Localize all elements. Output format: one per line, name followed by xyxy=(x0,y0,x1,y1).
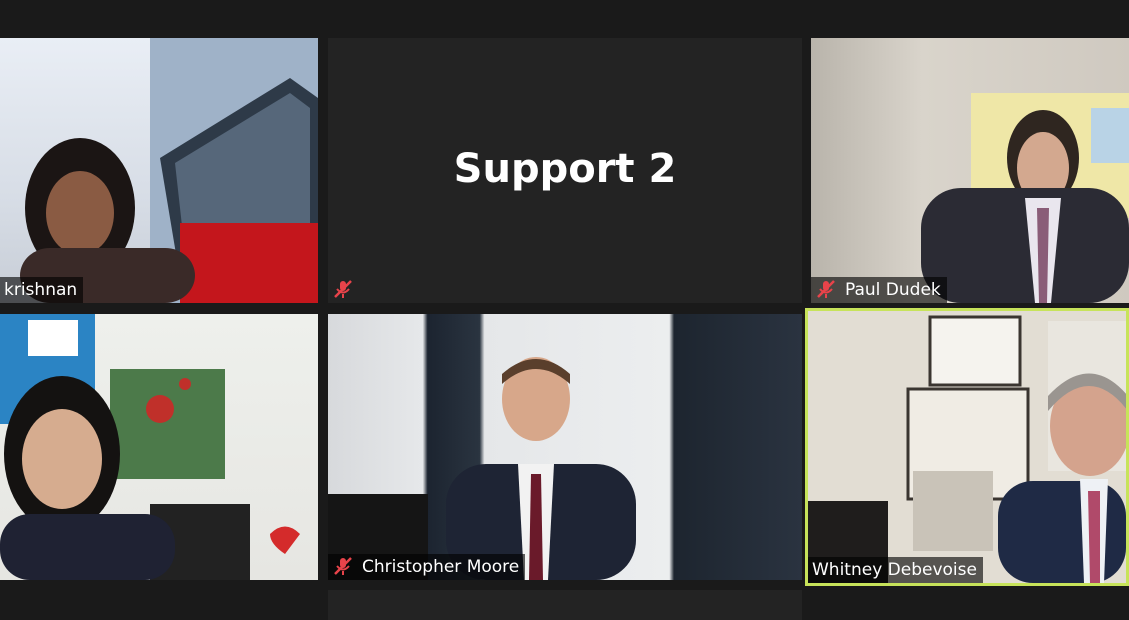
participant-name-label: Christopher Moore xyxy=(328,554,526,580)
participant-name: Whitney Debevoise xyxy=(812,560,977,580)
video-feed xyxy=(328,357,636,580)
empty-tile-area xyxy=(328,590,802,620)
video-tile-krishnan[interactable]: krishnan xyxy=(0,38,318,303)
mic-muted-icon xyxy=(332,278,354,300)
video-tile-paul-dudek[interactable]: Paul Dudek xyxy=(811,38,1129,303)
video-tile-christopher-moore[interactable]: Christopher Moore xyxy=(328,314,802,580)
participant-name: Paul Dudek xyxy=(845,280,941,300)
video-tile-participant-4[interactable] xyxy=(0,314,318,580)
video-feed xyxy=(921,93,1129,303)
video-feed xyxy=(0,314,300,580)
participant-name-display: Support 2 xyxy=(453,146,677,192)
participant-name-label: Whitney Debevoise xyxy=(808,557,983,583)
video-tile-support-2[interactable]: Support 2 xyxy=(328,38,802,303)
participant-name-label xyxy=(328,277,368,303)
mic-muted-icon xyxy=(815,278,837,300)
video-feed xyxy=(808,315,1126,583)
mic-muted-icon xyxy=(332,555,354,577)
video-feed xyxy=(20,38,318,303)
participant-name-label: krishnan xyxy=(0,277,84,303)
video-tile-whitney-debevoise[interactable]: Whitney Debevoise xyxy=(805,308,1129,586)
participant-name: krishnan xyxy=(4,280,78,300)
participant-name: Christopher Moore xyxy=(362,557,520,577)
participant-name-label: Paul Dudek xyxy=(811,277,947,303)
